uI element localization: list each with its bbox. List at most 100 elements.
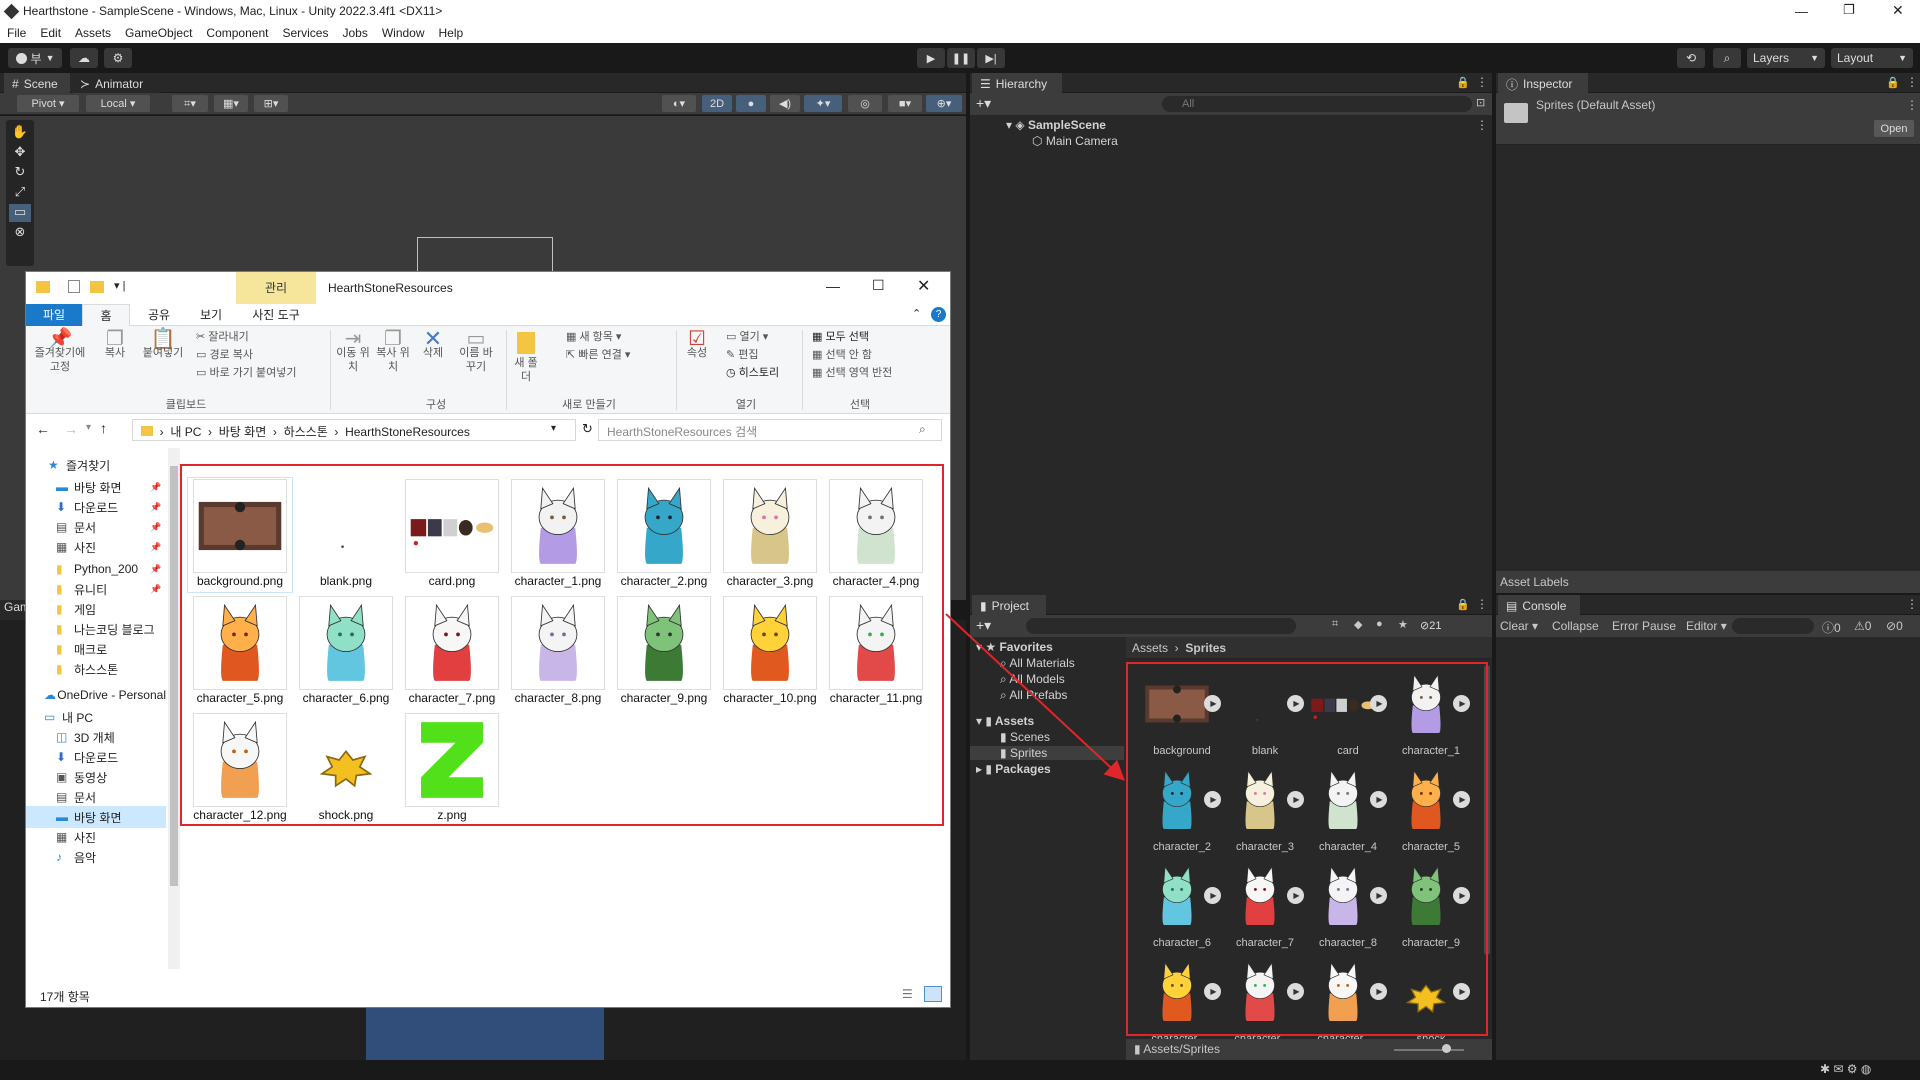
error-count[interactable]: ⊘0	[1886, 619, 1903, 633]
assets-scenes-folder[interactable]: ▮ Scenes	[1000, 730, 1050, 744]
nav-item[interactable]: ▮ 게임	[26, 598, 166, 620]
file-item[interactable]: character_1.png	[506, 478, 610, 592]
cloud-button[interactable]: ☁	[70, 48, 98, 68]
sprite-asset[interactable]: ▶ character_9	[1389, 857, 1473, 953]
log-count[interactable]: ⓘ0	[1822, 619, 1841, 636]
sprite-asset[interactable]: ▶ background	[1140, 665, 1224, 761]
copy-to-button[interactable]: ❐ 복사 위치	[376, 329, 410, 374]
menu-component[interactable]: Component	[199, 26, 275, 40]
refresh-icon[interactable]: ↻	[582, 421, 593, 437]
close-icon[interactable]: ✕	[917, 276, 930, 296]
file-item[interactable]: character_4.png	[824, 478, 928, 592]
help-icon[interactable]: ?	[931, 307, 946, 322]
nav-scrollbar[interactable]	[168, 448, 180, 969]
clear-button[interactable]: Clear ▾	[1500, 619, 1538, 633]
forward-icon[interactable]: →	[64, 421, 78, 437]
favorites-all-models[interactable]: ⌕ All Models	[1000, 672, 1065, 687]
nav-item[interactable]: ★ 즐겨찾기	[26, 454, 166, 476]
warning-count[interactable]: ⚠0	[1854, 619, 1871, 633]
nav-item[interactable]: ▭ 내 PC	[26, 706, 166, 728]
nav-item[interactable]: ▦ 사진	[26, 826, 166, 848]
sprite-asset[interactable]: ▶ character_8	[1306, 857, 1390, 953]
minimize-icon[interactable]: —	[826, 278, 840, 294]
new-folder-button[interactable]: 새 폴더	[512, 332, 540, 384]
more-options-icon[interactable]: ⋮	[1906, 75, 1918, 89]
packages-node[interactable]: ▸ ▮ Packages	[976, 762, 1051, 776]
menu-window[interactable]: Window	[375, 26, 432, 40]
file-item[interactable]: shock.png	[294, 712, 398, 826]
file-item[interactable]: character_6.png	[294, 595, 398, 709]
tab-inspector[interactable]: ⓘ Inspector	[1498, 73, 1588, 93]
nav-item[interactable]: ◫ 3D 개체	[26, 726, 166, 748]
hidden-packages-count[interactable]: ⊘21	[1420, 619, 1441, 632]
large-icons-view-icon[interactable]	[924, 986, 942, 1002]
properties-button[interactable]: ☑ 속성	[682, 329, 712, 360]
rect-tool-icon[interactable]: ▭	[9, 204, 31, 222]
audio-toggle[interactable]: ◀)	[770, 95, 800, 112]
nav-item[interactable]: ☁ OneDrive - Personal	[26, 684, 166, 706]
expand-sprite-icon[interactable]: ▶	[1370, 887, 1387, 904]
inspector-menu-icon[interactable]: ⋮	[1906, 98, 1918, 112]
sprite-asset[interactable]: ▶ card	[1306, 665, 1390, 761]
nav-item[interactable]: ⬇ 다운로드 📌	[26, 496, 166, 518]
add-icon[interactable]: +▾	[976, 617, 991, 634]
invert-selection-button[interactable]: ▦ 선택 영역 반전	[812, 366, 892, 380]
more-options-icon[interactable]: ⋮	[1476, 75, 1488, 89]
copy-path-button[interactable]: ▭ 경로 복사	[196, 348, 253, 362]
filter-icon[interactable]: ⊡	[1476, 96, 1485, 109]
manage-context-tab[interactable]: 관리	[236, 272, 316, 304]
address-dropdown-icon[interactable]: ▾	[551, 423, 556, 434]
nav-item[interactable]: ▮ 매크로	[26, 638, 166, 660]
editor-dropdown[interactable]: Editor ▾	[1686, 619, 1727, 633]
expand-sprite-icon[interactable]: ▶	[1204, 791, 1221, 808]
undo-history-button[interactable]: ⟲	[1677, 48, 1705, 68]
recent-icon[interactable]: ▾	[86, 422, 91, 433]
file-item[interactable]: character_7.png	[400, 595, 504, 709]
increment-snap-button[interactable]: ⊞▾	[254, 95, 288, 112]
grid-button[interactable]: ▦▾	[214, 95, 248, 112]
pivot-dropdown[interactable]: Pivot ▾	[17, 95, 79, 112]
snap-button[interactable]: ⌗▾	[172, 95, 208, 112]
favorites-node[interactable]: ▾ ★ Favorites	[976, 640, 1053, 654]
sprite-asset[interactable]: ▶ character_3	[1223, 761, 1307, 857]
move-to-button[interactable]: ⇥ 이동 위치	[336, 329, 370, 374]
expand-sprite-icon[interactable]: ▶	[1453, 695, 1470, 712]
file-item[interactable]: character_5.png	[188, 595, 292, 709]
file-item[interactable]: background.png	[187, 477, 293, 593]
effects-button[interactable]: ✦▾	[804, 95, 842, 112]
nav-item[interactable]: ▦ 사진 📌	[26, 536, 166, 558]
collab-button[interactable]: ⚙	[104, 48, 132, 68]
expand-sprite-icon[interactable]: ▶	[1453, 887, 1470, 904]
tab-picture-tools[interactable]: 사진 도구	[238, 304, 314, 326]
sprite-asset[interactable]: ▶ blank	[1223, 665, 1307, 761]
more-options-icon[interactable]: ⋮	[1476, 597, 1488, 611]
layout-dropdown[interactable]: Layout ▼	[1831, 48, 1913, 68]
menu-jobs[interactable]: Jobs	[335, 26, 374, 40]
expand-sprite-icon[interactable]: ▶	[1370, 983, 1387, 1000]
account-button[interactable]: 부 ▼	[8, 48, 62, 68]
lighting-toggle[interactable]: ●	[736, 95, 766, 112]
sprite-grid-scrollbar[interactable]	[1484, 665, 1490, 955]
file-item[interactable]: blank.png	[294, 478, 398, 592]
nav-item[interactable]: ▤ 문서 📌	[26, 516, 166, 538]
rename-button[interactable]: ▭ 이름 바꾸기	[456, 329, 496, 374]
address-my-pc[interactable]: 내 PC	[170, 425, 201, 439]
back-icon[interactable]: ←	[36, 421, 50, 437]
open-button[interactable]: Open	[1874, 120, 1914, 137]
cut-button[interactable]: ✂ 잘라내기	[196, 330, 249, 344]
expand-sprite-icon[interactable]: ▶	[1287, 791, 1304, 808]
close-icon[interactable]: ✕	[1892, 2, 1904, 19]
console-search-input[interactable]	[1732, 618, 1814, 634]
file-item[interactable]: card.png	[400, 478, 504, 592]
minimize-icon[interactable]: —	[1795, 4, 1808, 19]
2d-toggle[interactable]: 2D	[702, 95, 732, 112]
nav-item[interactable]: ▮ Python_200 📌	[26, 558, 166, 580]
search-by-type-icon[interactable]: ⌗	[1332, 618, 1338, 631]
expand-sprite-icon[interactable]: ▶	[1453, 983, 1470, 1000]
expand-sprite-icon[interactable]: ▶	[1204, 983, 1221, 1000]
file-item[interactable]: character_10.png	[718, 595, 822, 709]
tab-share[interactable]: 공유	[136, 304, 182, 326]
sprite-asset[interactable]: ▶ character_2	[1140, 761, 1224, 857]
icon-size-handle[interactable]	[1442, 1044, 1451, 1053]
open-button[interactable]: ▭ 열기 ▾	[726, 330, 768, 344]
